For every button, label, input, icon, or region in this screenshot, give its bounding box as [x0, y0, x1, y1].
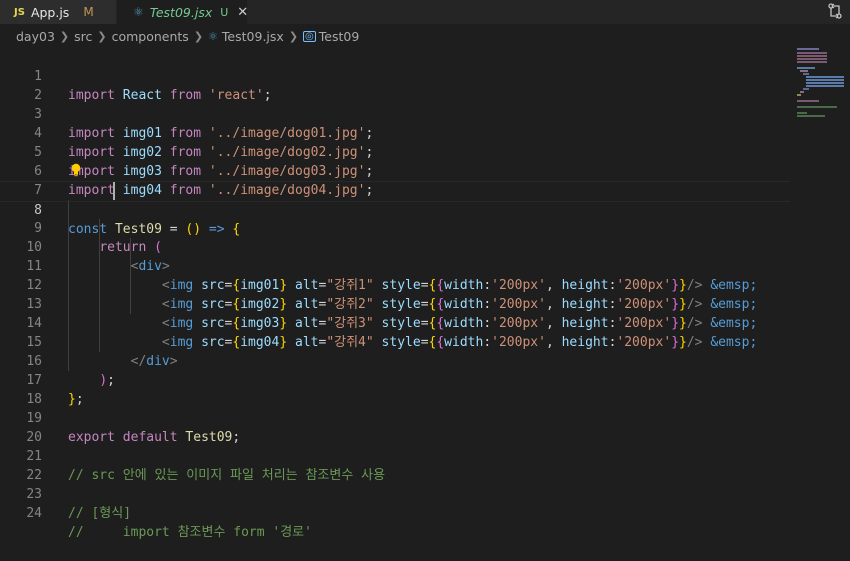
compare-changes-icon[interactable] — [826, 2, 844, 20]
code-line: 3 import img01 from '../image/dog01.jpg'… — [0, 86, 790, 141]
text-cursor — [113, 182, 115, 200]
tab-title: Test09.jsx — [149, 4, 213, 20]
code-line: 16 ); — [0, 333, 790, 388]
code-comment: // import 참조변수 form '경로' — [68, 525, 312, 540]
code-line: 1 import React from 'react'; — [0, 48, 790, 103]
untracked-indicator: U — [220, 5, 229, 19]
javascript-file-icon: JS — [14, 6, 25, 18]
breadcrumb-item[interactable]: Test09 — [319, 29, 360, 44]
breadcrumb-item[interactable]: Test09.jsx — [222, 29, 284, 44]
breadcrumb-item[interactable]: src — [74, 29, 92, 44]
chevron-right-icon: ❯ — [193, 29, 204, 43]
chevron-right-icon: ❯ — [59, 29, 70, 43]
code-editor[interactable]: 1 import React from 'react'; 2 3 import … — [0, 48, 850, 540]
code-line: 6 import img04 from '../image/dog04.jpg'… — [0, 143, 790, 198]
modified-indicator: M — [83, 5, 94, 19]
breadcrumb-item[interactable]: day03 — [16, 29, 55, 44]
code-line: 17 }; — [0, 352, 790, 407]
code-line: 14 <img src={img04} alt="강쥐4" style={{wi… — [0, 295, 790, 350]
code-line: 23 // [형식] — [0, 466, 790, 521]
tab-title: App.js — [30, 4, 70, 20]
breadcrumb: day03 ❯ src ❯ components ❯ ⚛ Test09.jsx … — [0, 24, 850, 48]
tab-test09-jsx[interactable]: ⚛ Test09.jsx U ✕ — [117, 0, 248, 24]
code-line: 13 <img src={img03} alt="강쥐3" style={{wi… — [0, 276, 790, 331]
code-line: 21 // src 안에 있는 이미지 파일 처리는 참조변수 사용 — [0, 428, 790, 483]
breadcrumb-item[interactable]: components — [112, 29, 189, 44]
symbol-icon: ◎ — [303, 30, 316, 42]
code-comment: // [형식] — [68, 506, 132, 521]
chevron-right-icon: ❯ — [288, 29, 299, 43]
tab-app-js[interactable]: JS App.js M — [0, 0, 117, 24]
line-number: 24 — [26, 506, 42, 521]
code-line: 24 // import 참조변수 form '경로' — [0, 485, 790, 540]
code-line: 18 — [0, 371, 790, 407]
code-line: 2 — [0, 67, 790, 103]
vertical-scrollbar[interactable] — [845, 48, 850, 510]
lightbulb-icon[interactable] — [70, 163, 82, 177]
tab-bar: JS App.js M ⚛ Test09.jsx U ✕ — [0, 0, 850, 24]
code-line: 19 export default Test09; — [0, 390, 790, 445]
code-line: 22 — [0, 447, 790, 483]
code-line: 5 import img03 from '../image/dog03.jpg'… — [0, 124, 790, 179]
minimap[interactable] — [795, 48, 845, 128]
code-line: 15 </div> — [0, 314, 790, 369]
code-line: 11 <img src={img01} alt="강쥐1" style={{wi… — [0, 238, 790, 293]
code-line: 10 <div> — [0, 219, 790, 274]
code-line: 7 — [0, 162, 790, 198]
react-icon: ⚛ — [208, 29, 218, 43]
chevron-right-icon: ❯ — [97, 29, 107, 43]
react-icon: ⚛ — [133, 5, 144, 19]
code-line: 9 return ( — [0, 200, 790, 255]
code-line-active: 8 const Test09 = () => { — [0, 181, 790, 237]
code-line: 4 import img02 from '../image/dog02.jpg'… — [0, 105, 790, 160]
code-line: 20 — [0, 409, 790, 445]
code-line: 12 <img src={img02} alt="강쥐2" style={{wi… — [0, 257, 790, 312]
